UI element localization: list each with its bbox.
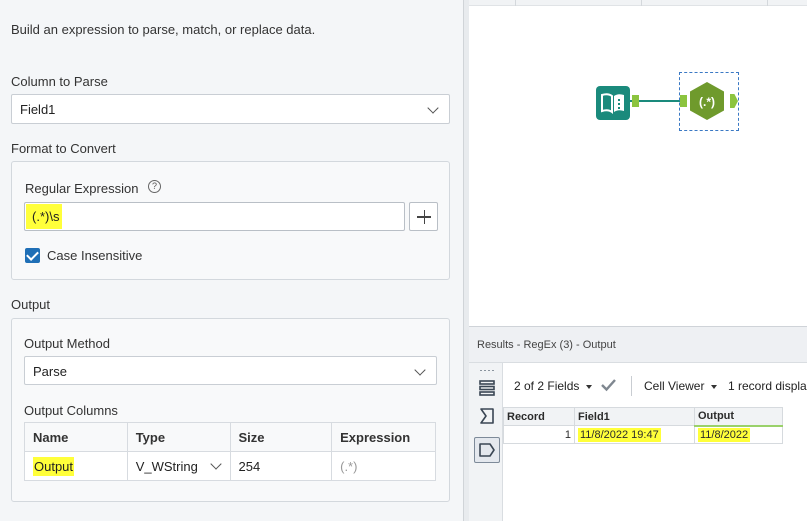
field1-cell[interactable]: 11/8/2022 19:47 [574,425,695,444]
output-name-value: Output [33,456,75,476]
column-to-parse-value: Field1 [20,102,56,117]
metadata-icon[interactable] [478,407,496,425]
tool-description: Build an expression to parse, match, or … [11,22,316,37]
results-grid: Record Field1 Output 1 11/8/2022 19:47 1… [503,407,783,444]
configuration-panel: Build an expression to parse, match, or … [0,0,463,521]
output-label: Output [11,297,51,312]
column-header-type: Type [126,422,231,452]
results-panel: Results - RegEx (3) - Output 2 of 2 Fiel… [469,326,807,521]
fields-selector[interactable]: 2 of 2 Fields [514,379,579,393]
regular-expression-input[interactable]: (.*)\s [24,202,405,231]
column-header-name: Name [24,422,128,452]
toolbar-divider [631,376,632,396]
data-view-icon[interactable] [478,379,496,397]
regex-tool-glyph: (.*) [699,95,715,109]
record-cell[interactable]: 1 [503,425,575,444]
format-to-convert-label: Format to Convert [11,141,116,156]
case-insensitive-label: Case Insensitive [47,248,143,263]
chevron-down-icon [414,364,426,376]
input-data-tool[interactable] [596,86,630,120]
output-method-value: Parse [33,364,67,379]
column-to-parse-select[interactable]: Field1 [11,94,450,124]
field1-value: 11/8/2022 19:47 [578,427,661,442]
grid-header-field1[interactable]: Field1 [574,407,695,426]
output-columns-table: Name Type Size Expression Output V_WStri… [24,422,436,481]
regular-expression-value: (.*)\s [26,204,63,229]
checkmark-icon[interactable] [600,378,617,392]
output-type-value: V_WString [135,458,198,474]
grid-header-output[interactable]: Output [694,407,783,427]
chevron-down-icon [209,458,222,470]
output-value: 11/8/2022 [698,427,751,442]
grid-header-record[interactable]: Record [503,407,575,426]
chevron-down-icon [711,385,717,389]
output-name-cell[interactable]: Output [24,451,128,481]
regular-expression-label: Regular Expression [25,181,139,196]
canvas-ruler [469,0,807,6]
case-insensitive-checkbox[interactable] [25,248,40,263]
output-method-label: Output Method [24,336,110,351]
cell-viewer-selector[interactable]: Cell Viewer [644,379,704,393]
tag-icon[interactable] [478,441,496,459]
table-row: 1 11/8/2022 19:47 11/8/2022 [503,425,783,444]
results-header: Results - RegEx (3) - Output [469,327,807,363]
add-token-button[interactable] [409,202,438,231]
chevron-down-icon [586,385,592,389]
output-columns-label: Output Columns [24,403,118,418]
column-header-size: Size [229,422,333,452]
chevron-down-icon [427,102,439,114]
record-count: 1 record displa [728,379,807,393]
regex-tool[interactable]: (.*) [687,81,727,121]
book-icon [601,93,624,114]
column-to-parse-label: Column to Parse [11,74,108,89]
table-row: Output V_WString 254 (.*) [24,451,436,481]
output-type-select[interactable]: V_WString [126,451,231,481]
output-anchor[interactable] [632,95,639,107]
output-size-cell[interactable]: 254 [229,451,333,481]
output-method-select[interactable]: Parse [24,356,437,385]
output-expression-cell: (.*) [331,451,436,481]
results-sidebar [469,363,503,521]
help-icon[interactable]: ? [148,180,161,193]
results-title: Results - RegEx (3) - Output [477,339,616,351]
output-cell[interactable]: 11/8/2022 [694,425,783,444]
format-to-convert-group: Regular Expression ? (.*)\s Case Insensi… [11,161,450,280]
workflow-canvas[interactable]: (.*) [469,0,807,326]
column-header-expression: Expression [331,422,436,452]
